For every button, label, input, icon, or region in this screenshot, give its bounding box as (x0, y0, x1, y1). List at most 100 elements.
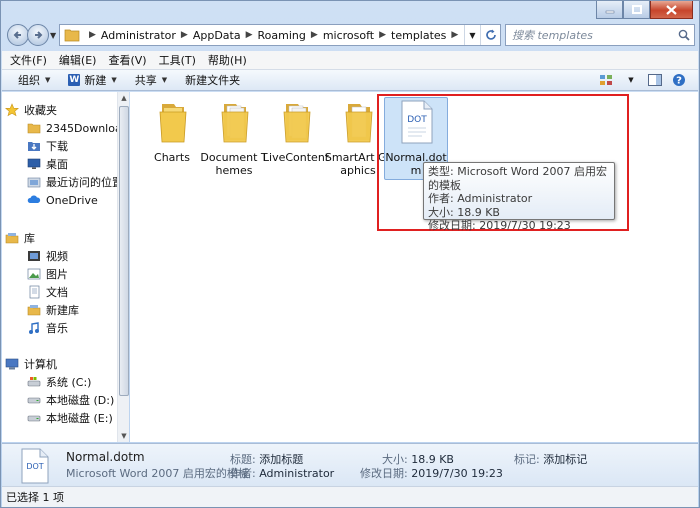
tooltip-modified: 修改日期: 2019/7/30 19:23 (428, 219, 571, 232)
library-icon (4, 230, 20, 246)
sidebar-item-onedrive[interactable]: OneDrive (26, 191, 98, 209)
star-icon (4, 102, 20, 118)
sidebar-item-pictures[interactable]: 图片 (26, 265, 68, 283)
sidebar-item-2345downloads[interactable]: 2345Downloads (26, 119, 128, 137)
sidebar-computer-label: 计算机 (24, 358, 57, 371)
sidebar-item-new-library[interactable]: 新建库 (26, 301, 79, 319)
chevron-down-icon: ▼ (111, 76, 117, 84)
address-history-dropdown[interactable]: ▼ (464, 25, 480, 45)
new-folder-label: 新建文件夹 (185, 74, 241, 87)
back-button[interactable] (7, 24, 29, 46)
system-drive-icon (26, 374, 42, 390)
help-button[interactable]: ? (668, 72, 690, 88)
sidebar-libraries-label: 库 (24, 232, 35, 245)
search-box[interactable]: 搜索 templates (505, 24, 695, 46)
sidebar-computer[interactable]: 计算机 (4, 355, 57, 373)
breadcrumb-administrator[interactable]: Administrator (101, 29, 176, 42)
sidebar-item-drive-c[interactable]: 系统 (C:) (26, 373, 91, 391)
details-modified-label: 修改日期: (360, 467, 408, 480)
recent-pages-dropdown[interactable]: ▼ (50, 31, 56, 40)
new-folder-button[interactable]: 新建文件夹 (185, 72, 240, 88)
share-button[interactable]: 共享 ▼ (135, 72, 167, 88)
sidebar-item-label: 系统 (C:) (46, 376, 92, 389)
sidebar-item-downloads[interactable]: 下载 (26, 137, 68, 155)
sidebar-libraries[interactable]: 库 (4, 229, 35, 247)
breadcrumb-microsoft[interactable]: microsoft (323, 29, 374, 42)
navigation-pane: 收藏夹 2345Downloads 下载 桌面 最近访问的位置 OneDrive… (2, 92, 129, 442)
breadcrumb-appdata[interactable]: AppData (193, 29, 241, 42)
video-icon (26, 248, 42, 264)
details-file-name: Normal.dotm (66, 450, 145, 464)
menu-edit[interactable]: 编辑(E) (59, 52, 97, 68)
breadcrumb-separator[interactable]: ▶ (181, 30, 188, 40)
change-view-button[interactable] (596, 72, 618, 88)
file-item-label: Document Themes (200, 151, 268, 177)
pictures-icon (26, 266, 42, 282)
sidebar-item-label: OneDrive (46, 193, 98, 207)
close-button[interactable] (650, 1, 693, 19)
maximize-button[interactable] (623, 1, 650, 19)
menu-view[interactable]: 查看(V) (108, 52, 146, 68)
computer-icon (4, 356, 20, 372)
maximize-icon (631, 5, 642, 14)
preview-pane-button[interactable] (644, 72, 666, 88)
sidebar-item-recent-places[interactable]: 最近访问的位置 (26, 173, 123, 191)
chevron-down-icon: ▼ (628, 76, 634, 84)
preview-pane-icon (648, 74, 662, 86)
desktop-icon (26, 156, 42, 172)
search-icon[interactable] (674, 29, 694, 41)
forward-button[interactable] (27, 24, 49, 46)
library-icon (26, 302, 42, 318)
address-bar[interactable]: ▶ Administrator ▶ AppData ▶ Roaming ▶ mi… (59, 24, 501, 46)
sidebar-item-label: 下载 (46, 140, 68, 153)
status-bar: 已选择 1 项 (2, 486, 698, 507)
navigation-scrollbar[interactable]: ▲ ▼ (117, 92, 129, 442)
command-bar: 组织 ▼ W 新建 ▼ 共享 ▼ 新建文件夹 ▼ ? (2, 70, 698, 91)
explorer-window: ▼ ▶ Administrator ▶ AppData ▶ Roaming ▶ … (0, 0, 700, 508)
window-controls (596, 1, 693, 19)
new-button[interactable]: W 新建 ▼ (68, 72, 117, 88)
view-options-icon (600, 75, 612, 85)
sidebar-item-drive-d[interactable]: 本地磁盘 (D:) (26, 391, 114, 409)
details-modified-value: 2019/7/30 19:23 (411, 467, 503, 480)
sidebar-item-documents[interactable]: 文档 (26, 283, 68, 301)
sidebar-item-desktop[interactable]: 桌面 (26, 155, 68, 173)
details-author-label: 作者: (230, 467, 256, 480)
details-file-type: Microsoft Word 2007 启用宏的模板 (66, 467, 249, 480)
documents-icon (26, 284, 42, 300)
menu-file[interactable]: 文件(F) (10, 52, 47, 68)
sidebar-item-drive-e[interactable]: 本地磁盘 (E:) (26, 409, 113, 427)
menu-tools[interactable]: 工具(T) (159, 52, 196, 68)
details-author-value[interactable]: Administrator (259, 467, 334, 480)
scroll-up-arrow-icon[interactable]: ▲ (118, 92, 130, 104)
breadcrumb-separator[interactable]: ▶ (379, 30, 386, 40)
sidebar-item-music[interactable]: 音乐 (26, 319, 68, 337)
breadcrumb-roaming[interactable]: Roaming (258, 29, 306, 42)
view-dropdown[interactable]: ▼ (620, 72, 642, 88)
refresh-button[interactable] (480, 25, 500, 45)
breadcrumb-separator[interactable]: ▶ (451, 30, 458, 40)
breadcrumb-separator[interactable]: ▶ (246, 30, 253, 40)
cloud-icon (26, 192, 42, 208)
breadcrumb-templates[interactable]: templates (391, 29, 446, 42)
organize-button[interactable]: 组织 ▼ (18, 72, 50, 88)
minimize-button[interactable] (596, 1, 623, 19)
search-input[interactable]: 搜索 templates (512, 27, 674, 43)
file-item-livecontent[interactable]: LiveContent (262, 98, 330, 164)
file-item-document-themes[interactable]: Document Themes (200, 98, 268, 177)
drive-icon (26, 392, 42, 408)
folder-icon (64, 29, 80, 42)
scrollbar-thumb[interactable] (119, 106, 129, 396)
details-tags-value[interactable]: 添加标记 (543, 453, 587, 466)
file-item-charts[interactable]: Charts (138, 98, 206, 164)
sidebar-favorites[interactable]: 收藏夹 (4, 101, 57, 119)
file-list[interactable]: Charts Document Themes LiveContent Smart… (130, 92, 698, 442)
help-icon: ? (673, 74, 685, 87)
breadcrumb-separator[interactable]: ▶ (311, 30, 318, 40)
scroll-down-arrow-icon[interactable]: ▼ (118, 430, 130, 442)
tooltip-author: 作者: Administrator (428, 192, 533, 205)
sidebar-item-label: 视频 (46, 250, 68, 263)
sidebar-item-videos[interactable]: 视频 (26, 247, 68, 265)
menu-help[interactable]: 帮助(H) (208, 52, 247, 68)
breadcrumb-separator[interactable]: ▶ (89, 30, 96, 40)
